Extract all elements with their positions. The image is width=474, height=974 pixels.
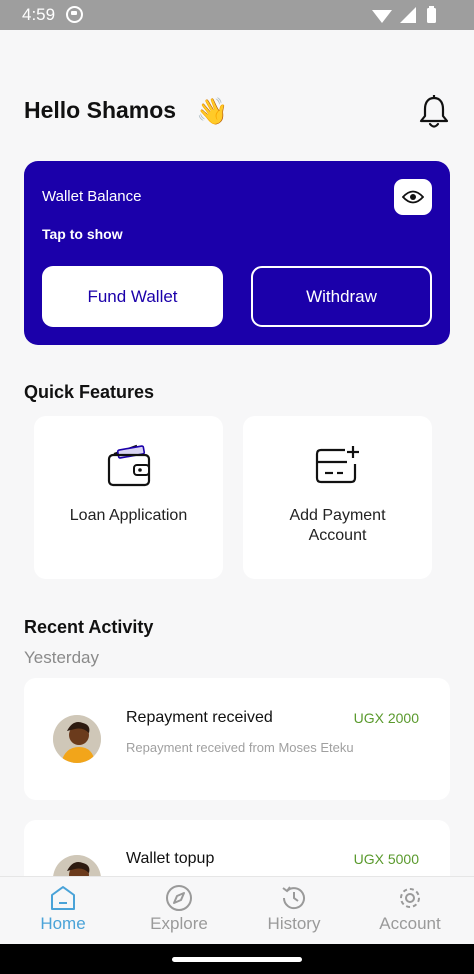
status-bar: 4:59 [0, 0, 474, 30]
activity-amount: UGX 2000 [353, 710, 419, 726]
withdraw-button[interactable]: Withdraw [251, 266, 432, 327]
battery-icon [427, 8, 436, 23]
system-navigation-bar [0, 944, 474, 974]
date-group-label: Yesterday [24, 648, 99, 667]
home-icon [51, 886, 75, 910]
greeting-title: Hello Shamos [24, 97, 177, 123]
nav-label-home: Home [40, 914, 86, 933]
sync-status-icon [66, 6, 83, 23]
nav-item-account[interactable]: Account [351, 877, 469, 945]
bottom-navigation: Home Explore History Account [0, 876, 474, 944]
notification-bell-icon[interactable] [418, 95, 450, 129]
eye-icon [402, 190, 424, 204]
activity-description: Repayment received from Moses Eteku [126, 740, 354, 755]
toggle-balance-button[interactable] [394, 179, 432, 215]
add-payment-account-card[interactable]: Add Payment Account [243, 416, 432, 579]
avatar [53, 715, 101, 763]
add-payment-account-label: Add Payment Account [289, 507, 386, 544]
signal-icon [400, 7, 416, 23]
nav-label-explore: Explore [150, 914, 208, 933]
fund-wallet-button[interactable]: Fund Wallet [42, 266, 223, 327]
home-gesture-pill[interactable] [172, 957, 302, 962]
wallet-icon [107, 444, 150, 487]
loan-application-label: Loan Application [69, 507, 188, 524]
status-time: 4:59 [22, 5, 56, 24]
wallet-balance-label: Wallet Balance [42, 188, 142, 205]
compass-icon [166, 885, 192, 911]
wallet-card: Wallet Balance Tap to show Fund Wallet W… [24, 161, 450, 345]
nav-item-history[interactable]: History [235, 877, 353, 945]
nav-item-explore[interactable]: Explore [120, 877, 238, 945]
quick-features-title: Quick Features [24, 382, 155, 402]
activity-amount: UGX 5000 [353, 851, 419, 867]
nav-item-home[interactable]: Home [4, 877, 122, 945]
activity-item[interactable]: Repayment received UGX 2000 Repayment re… [24, 678, 450, 800]
wave-emoji: 👋 [196, 96, 229, 126]
history-icon [282, 886, 305, 910]
activity-title: Repayment received [126, 709, 273, 726]
tap-to-show[interactable]: Tap to show [42, 226, 123, 242]
recent-activity-title: Recent Activity [24, 617, 154, 637]
nav-label-history: History [267, 914, 321, 933]
add-card-icon [315, 446, 359, 484]
system-status-icons [372, 6, 436, 23]
wifi-icon [372, 10, 392, 23]
gear-icon [400, 888, 420, 908]
nav-label-account: Account [379, 914, 441, 933]
loan-application-card[interactable]: Loan Application [34, 416, 223, 579]
activity-title: Wallet topup [126, 850, 215, 867]
